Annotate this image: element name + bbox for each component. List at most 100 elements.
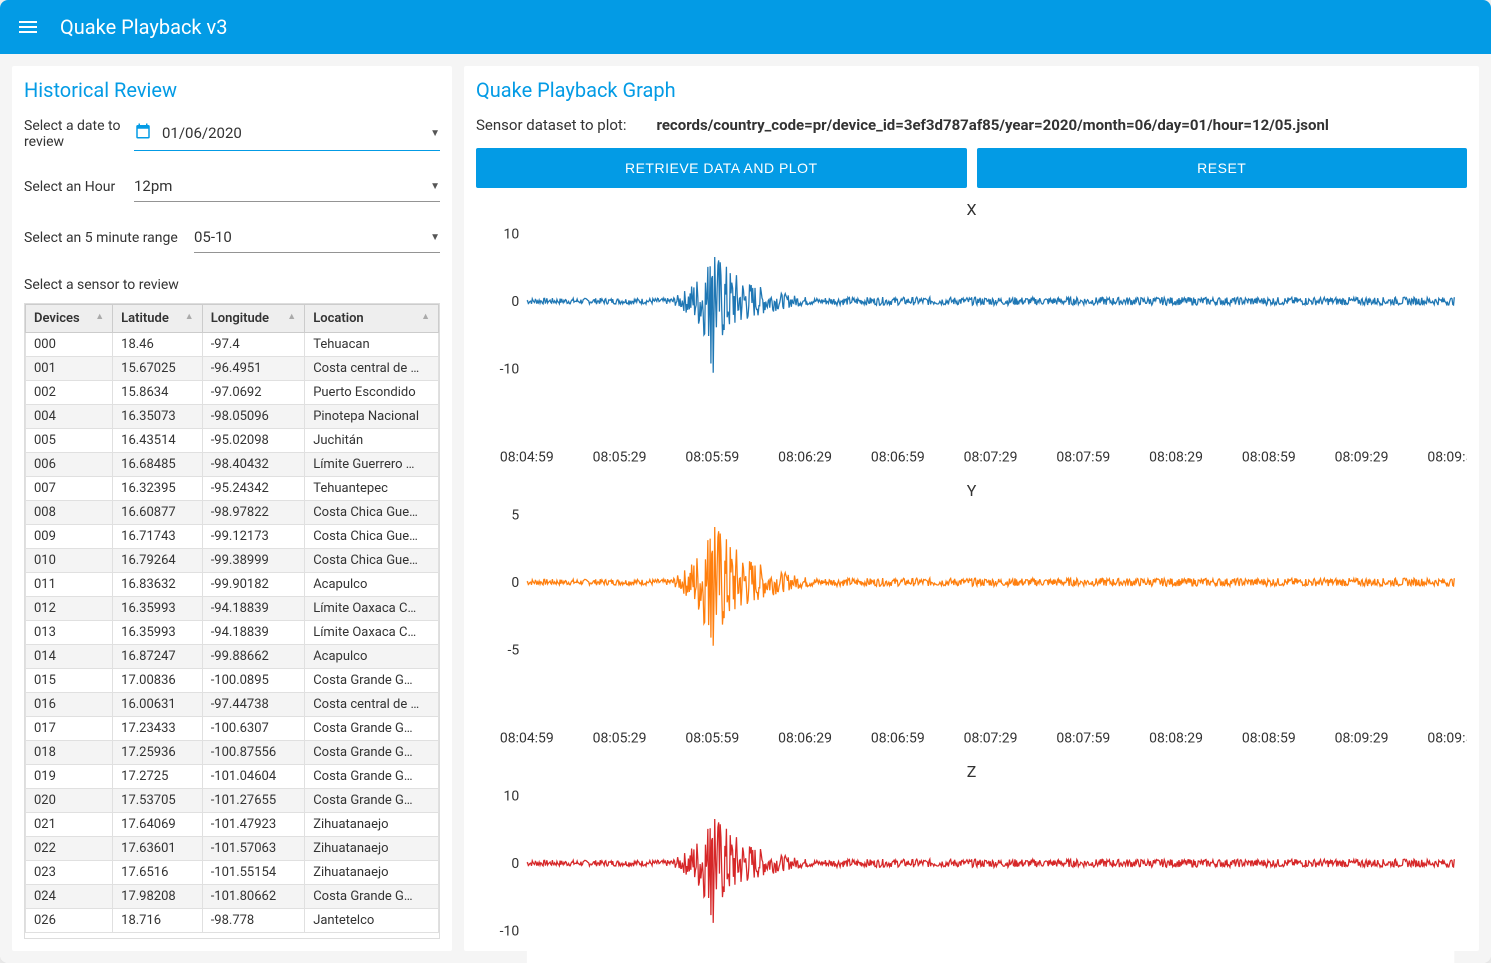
table-row[interactable]: 02417.98208-101.80662Costa Grande G… <box>26 885 439 909</box>
graph-title: Quake Playback Graph <box>476 78 1467 102</box>
chevron-down-icon: ▼ <box>430 128 440 139</box>
chevron-down-icon: ▼ <box>430 181 440 192</box>
table-cell: Jantetelco <box>305 909 439 933</box>
table-row[interactable]: 02117.64069-101.47923Zihuatanaejo <box>26 813 439 837</box>
titlebar: Quake Playback v3 <box>0 0 1491 54</box>
table-cell: 001 <box>26 357 113 381</box>
app-title: Quake Playback v3 <box>60 15 227 39</box>
table-cell: 17.25936 <box>113 741 203 765</box>
svg-text:08:09:59: 08:09:59 <box>1427 731 1467 747</box>
hour-select[interactable]: 12pm ▼ <box>134 171 440 202</box>
table-cell: -95.24342 <box>202 477 305 501</box>
table-cell: 017 <box>26 717 113 741</box>
table-cell: 021 <box>26 813 113 837</box>
table-cell: -98.05096 <box>202 405 305 429</box>
table-cell: -101.27655 <box>202 789 305 813</box>
table-cell: 17.98208 <box>113 885 203 909</box>
calendar-icon <box>134 122 152 144</box>
table-cell: -97.44738 <box>202 693 305 717</box>
table-cell: Acapulco <box>305 645 439 669</box>
table-row[interactable]: 01917.2725-101.04604Costa Grande G… <box>26 765 439 789</box>
dataset-label: Sensor dataset to plot: <box>476 116 626 134</box>
table-row[interactable]: 02317.6516-101.55154Zihuatanaejo <box>26 861 439 885</box>
table-cell: 004 <box>26 405 113 429</box>
table-cell: Costa central de … <box>305 693 439 717</box>
svg-text:-10: -10 <box>500 362 520 378</box>
hamburger-icon[interactable] <box>16 15 40 39</box>
table-cell: 16.68485 <box>113 453 203 477</box>
table-row[interactable]: 00916.71743-99.12173Costa Chica Gue… <box>26 525 439 549</box>
table-row[interactable]: 01416.87247-99.88662Acapulco <box>26 645 439 669</box>
svg-text:08:08:59: 08:08:59 <box>1242 731 1296 747</box>
table-row[interactable]: 00416.35073-98.05096Pinotepa Nacional <box>26 405 439 429</box>
svg-text:08:08:59: 08:08:59 <box>1242 449 1296 465</box>
retrieve-button[interactable]: RETRIEVE DATA AND PLOT <box>476 148 967 188</box>
table-cell: 16.32395 <box>113 477 203 501</box>
svg-text:08:07:29: 08:07:29 <box>964 731 1018 747</box>
table-cell: 024 <box>26 885 113 909</box>
svg-text:08:04:59: 08:04:59 <box>500 731 554 747</box>
sensor-table-wrap[interactable]: Devices▲Latitude▲Longitude▲Location▲ 000… <box>24 303 440 939</box>
table-row[interactable]: 01016.79264-99.38999Costa Chica Gue… <box>26 549 439 573</box>
table-cell: -98.97822 <box>202 501 305 525</box>
svg-text:08:06:29: 08:06:29 <box>778 731 832 747</box>
table-cell: 006 <box>26 453 113 477</box>
table-cell: 18.716 <box>113 909 203 933</box>
table-row[interactable]: 02618.716-98.778Jantetelco <box>26 909 439 933</box>
table-cell: Costa Grande G… <box>305 717 439 741</box>
svg-text:08:04:59: 08:04:59 <box>500 449 554 465</box>
chevron-down-icon: ▼ <box>430 232 440 243</box>
table-cell: -101.80662 <box>202 885 305 909</box>
table-cell: Costa Chica Gue… <box>305 525 439 549</box>
table-cell: Costa Chica Gue… <box>305 549 439 573</box>
table-cell: -99.38999 <box>202 549 305 573</box>
table-row[interactable]: 01616.00631-97.44738Costa central de … <box>26 693 439 717</box>
col-longitude[interactable]: Longitude▲ <box>202 305 305 333</box>
table-cell: Costa Grande G… <box>305 885 439 909</box>
table-cell: -101.04604 <box>202 765 305 789</box>
table-row[interactable]: 00616.68485-98.40432Límite Guerrero … <box>26 453 439 477</box>
table-cell: Pinotepa Nacional <box>305 405 439 429</box>
table-row[interactable]: 01216.35993-94.18839Límite Oaxaca C… <box>26 597 439 621</box>
table-row[interactable]: 00115.67025-96.4951Costa central de … <box>26 357 439 381</box>
col-location[interactable]: Location▲ <box>305 305 439 333</box>
table-row[interactable]: 01717.23433-100.6307Costa Grande G… <box>26 717 439 741</box>
chart-title: Z <box>476 762 1467 781</box>
table-row[interactable]: 01817.25936-100.87556Costa Grande G… <box>26 741 439 765</box>
historical-title: Historical Review <box>24 78 440 102</box>
table-row[interactable]: 00018.46-97.4Tehuacan <box>26 333 439 357</box>
table-cell: 026 <box>26 909 113 933</box>
table-row[interactable]: 00816.60877-98.97822Costa Chica Gue… <box>26 501 439 525</box>
table-row[interactable]: 01517.00836-100.0895Costa Grande G… <box>26 669 439 693</box>
table-cell: Zihuatanaejo <box>305 837 439 861</box>
table-cell: 008 <box>26 501 113 525</box>
svg-text:0: 0 <box>511 294 519 310</box>
table-cell: -95.02098 <box>202 429 305 453</box>
svg-text:08:07:59: 08:07:59 <box>1056 449 1110 465</box>
svg-text:08:08:29: 08:08:29 <box>1149 731 1203 747</box>
chart-title: Y <box>476 481 1467 500</box>
table-cell: Puerto Escondido <box>305 381 439 405</box>
hour-value: 12pm <box>134 177 172 195</box>
table-row[interactable]: 00215.8634-97.0692Puerto Escondido <box>26 381 439 405</box>
hour-label: Select an Hour <box>24 179 124 195</box>
table-row[interactable]: 00516.43514-95.02098Juchitán <box>26 429 439 453</box>
table-row[interactable]: 02217.63601-101.57063Zihuatanaejo <box>26 837 439 861</box>
col-devices[interactable]: Devices▲ <box>26 305 113 333</box>
svg-text:08:08:29: 08:08:29 <box>1149 449 1203 465</box>
col-latitude[interactable]: Latitude▲ <box>113 305 203 333</box>
reset-button[interactable]: RESET <box>977 148 1468 188</box>
table-cell: 016 <box>26 693 113 717</box>
table-row[interactable]: 01116.83632-99.90182Acapulco <box>26 573 439 597</box>
svg-text:08:06:29: 08:06:29 <box>778 449 832 465</box>
svg-text:08:06:59: 08:06:59 <box>871 449 925 465</box>
table-row[interactable]: 02017.53705-101.27655Costa Grande G… <box>26 789 439 813</box>
table-cell: 005 <box>26 429 113 453</box>
table-cell: 16.60877 <box>113 501 203 525</box>
range-select[interactable]: 05-10 ▼ <box>194 222 440 253</box>
table-cell: -97.0692 <box>202 381 305 405</box>
table-row[interactable]: 01316.35993-94.18839Límite Oaxaca C… <box>26 621 439 645</box>
table-row[interactable]: 00716.32395-95.24342Tehuantepec <box>26 477 439 501</box>
date-picker[interactable]: 01/06/2020 ▼ <box>134 116 440 151</box>
table-cell: -101.47923 <box>202 813 305 837</box>
